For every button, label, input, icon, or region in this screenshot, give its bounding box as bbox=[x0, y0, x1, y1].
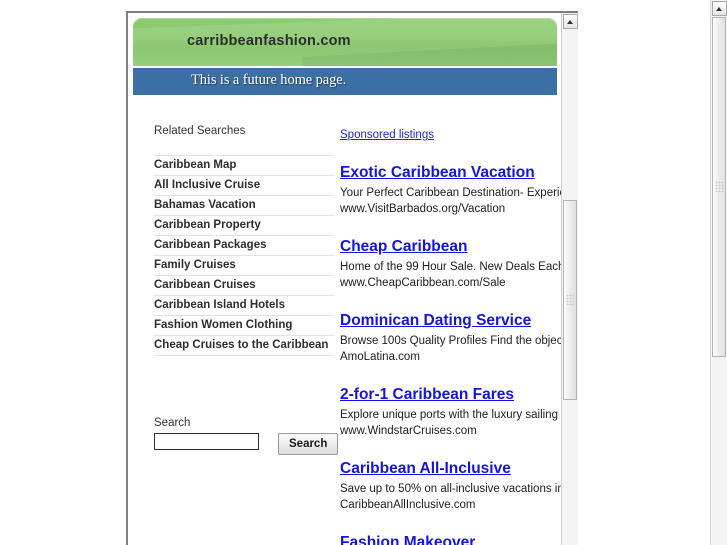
ad-title-link[interactable]: Dominican Dating Service bbox=[340, 311, 562, 330]
related-search-link[interactable]: Caribbean Property bbox=[154, 216, 334, 235]
browser-frame: carribbeanfashion.com This is a future h… bbox=[126, 11, 578, 545]
list-item[interactable]: Fashion Women Clothing bbox=[154, 316, 334, 336]
ad-title-link[interactable]: Exotic Caribbean Vacation bbox=[340, 163, 562, 182]
scroll-up-arrow-icon[interactable] bbox=[562, 14, 578, 29]
related-search-link[interactable]: Caribbean Map bbox=[154, 156, 334, 175]
sponsored-ad: Cheap Caribbean Home of the 99 Hour Sale… bbox=[340, 237, 562, 291]
search-row: Search bbox=[154, 433, 339, 455]
list-item[interactable]: All Inclusive Cruise bbox=[154, 176, 334, 196]
scrollbar-grip-icon bbox=[566, 294, 574, 305]
iframe-scrollbar-track[interactable] bbox=[562, 30, 578, 545]
ad-title-link[interactable]: Cheap Caribbean bbox=[340, 237, 562, 256]
page-viewport: carribbeanfashion.com This is a future h… bbox=[128, 13, 562, 545]
scrollbar-grip-icon bbox=[715, 181, 723, 192]
sponsored-ad: Caribbean All-Inclusive Save up to 50% o… bbox=[340, 459, 562, 513]
list-item[interactable]: Caribbean Island Hotels bbox=[154, 296, 334, 316]
related-search-link[interactable]: Bahamas Vacation bbox=[154, 196, 334, 215]
related-search-link[interactable]: Caribbean Cruises bbox=[154, 276, 334, 295]
related-search-link[interactable]: Cheap Cruises to the Caribbean bbox=[154, 336, 334, 355]
list-item[interactable]: Bahamas Vacation bbox=[154, 196, 334, 216]
site-header: carribbeanfashion.com bbox=[133, 18, 557, 66]
sponsored-listings-heading-link[interactable]: Sponsored listings bbox=[340, 129, 434, 141]
page-content: Related Searches Caribbean Map All Inclu… bbox=[128, 95, 562, 545]
list-item[interactable]: Caribbean Cruises bbox=[154, 276, 334, 296]
sponsored-listings-column: Sponsored listings Exotic Caribbean Vaca… bbox=[340, 125, 562, 545]
ad-url: www.WindstarCruises.com bbox=[340, 424, 477, 437]
ad-description: Browse 100s Quality Profiles Find the ob… bbox=[340, 335, 562, 347]
iframe-scrollbar[interactable] bbox=[561, 13, 578, 545]
tagline-bar: This is a future home page. bbox=[133, 67, 557, 95]
search-input[interactable] bbox=[154, 433, 259, 450]
search-button[interactable]: Search bbox=[278, 433, 339, 455]
related-search-link[interactable]: Fashion Women Clothing bbox=[154, 316, 334, 335]
ad-url: www.VisitBarbados.org/Vacation bbox=[340, 202, 506, 215]
sponsored-ad: Dominican Dating Service Browse 100s Qua… bbox=[340, 311, 562, 365]
related-searches-heading: Related Searches bbox=[154, 125, 246, 137]
ad-url: CaribbeanAllInclusive.com bbox=[340, 498, 476, 511]
related-search-link[interactable]: Caribbean Island Hotels bbox=[154, 296, 334, 315]
ad-title-link[interactable]: Fashion Makeover bbox=[340, 533, 562, 545]
list-item[interactable]: Cheap Cruises to the Caribbean bbox=[154, 336, 334, 356]
sponsored-ad: Fashion Makeover Create Must-Have Looks … bbox=[340, 533, 562, 545]
ad-url: www.CheapCaribbean.com/Sale bbox=[340, 276, 506, 289]
ad-title-link[interactable]: 2-for-1 Caribbean Fares bbox=[340, 385, 562, 404]
list-item[interactable]: Caribbean Property bbox=[154, 216, 334, 236]
list-item[interactable]: Caribbean Packages bbox=[154, 236, 334, 256]
iframe-scrollbar-thumb[interactable] bbox=[563, 200, 577, 400]
related-searches-list: Caribbean Map All Inclusive Cruise Baham… bbox=[154, 155, 334, 356]
domain-title: carribbeanfashion.com bbox=[187, 33, 351, 49]
search-area: Search Search bbox=[154, 417, 339, 455]
related-search-link[interactable]: Family Cruises bbox=[154, 256, 334, 275]
sponsored-ad: 2-for-1 Caribbean Fares Explore unique p… bbox=[340, 385, 562, 439]
sponsored-ad: Exotic Caribbean Vacation Your Perfect C… bbox=[340, 163, 562, 217]
list-item[interactable]: Caribbean Map bbox=[154, 156, 334, 176]
ad-description: Explore unique ports with the luxury sai… bbox=[340, 409, 562, 421]
ad-description: Home of the 99 Hour Sale. New Deals Each… bbox=[340, 261, 562, 273]
ad-title-link[interactable]: Caribbean All-Inclusive bbox=[340, 459, 562, 478]
ad-description: Your Perfect Caribbean Destination- Expe… bbox=[340, 187, 562, 199]
page-scrollbar-track[interactable] bbox=[711, 17, 727, 545]
ad-description: Save up to 50% on all-inclusive vacation… bbox=[340, 483, 562, 495]
search-label: Search bbox=[154, 417, 191, 429]
list-item[interactable]: Family Cruises bbox=[154, 256, 334, 276]
ad-url: AmoLatina.com bbox=[340, 350, 420, 363]
related-searches-column: Related Searches Caribbean Map All Inclu… bbox=[154, 125, 339, 455]
tagline-text: This is a future home page. bbox=[191, 72, 347, 88]
related-search-link[interactable]: All Inclusive Cruise bbox=[154, 176, 334, 195]
page-scrollbar-thumb[interactable] bbox=[712, 17, 726, 357]
scroll-up-arrow-icon[interactable] bbox=[711, 1, 727, 16]
page-scrollbar[interactable] bbox=[710, 0, 727, 545]
related-search-link[interactable]: Caribbean Packages bbox=[154, 236, 334, 255]
